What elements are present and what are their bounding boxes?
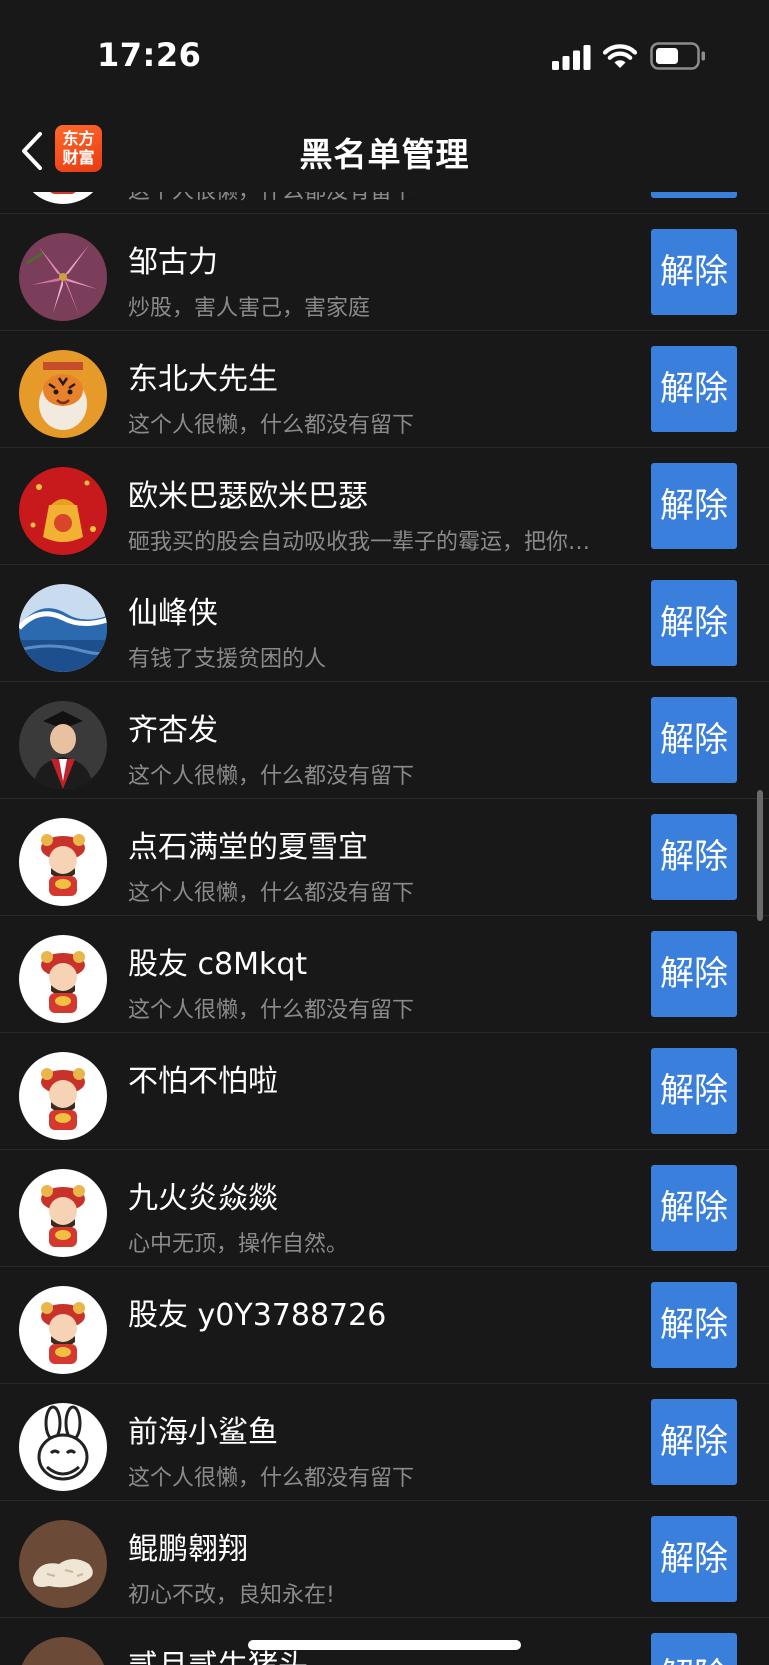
blocked-list-viewport[interactable]: 这个人很懒，什么都没有留下解除邹古力炒股，害人害己，害家庭解除东北大先生这个人很… [0, 192, 769, 1665]
unblock-button[interactable]: 解除 [651, 931, 737, 1017]
user-avatar[interactable] [19, 192, 107, 204]
blocked-user-row[interactable]: 不怕不怕啦 解除 [0, 1033, 769, 1150]
battery-icon [650, 42, 705, 70]
unblock-button[interactable]: 解除 [651, 697, 737, 783]
unblock-button[interactable]: 解除 [651, 1633, 737, 1665]
user-avatar[interactable] [19, 818, 107, 906]
status-time: 17:26 [97, 36, 202, 74]
user-avatar[interactable] [19, 935, 107, 1023]
blocked-user-row[interactable]: 仙峰侠有钱了支援贫困的人 解除 [0, 565, 769, 682]
user-name: 股友 c8Mkqt [128, 947, 308, 982]
user-bio: 这个人很懒，什么都没有留下 [128, 998, 415, 1023]
scroll-indicator[interactable] [757, 790, 763, 921]
user-name: 东北大先生 [128, 362, 278, 397]
user-avatar[interactable] [19, 1286, 107, 1374]
user-avatar[interactable] [19, 1520, 107, 1608]
user-name: 点石满堂的夏雪宜 [128, 830, 368, 865]
user-bio: 这个人很懒，什么都没有留下 [128, 881, 415, 906]
signal-icon [552, 45, 591, 70]
blocked-list: 这个人很懒，什么都没有留下解除邹古力炒股，害人害己，害家庭解除东北大先生这个人很… [0, 192, 769, 1665]
unblock-button[interactable]: 解除 [651, 1282, 737, 1368]
unblock-button[interactable]: 解除 [651, 1399, 737, 1485]
user-bio: 这个人很懒，什么都没有留下 [128, 764, 415, 789]
user-avatar[interactable] [19, 1169, 107, 1257]
unblock-button[interactable]: 解除 [651, 192, 737, 198]
unblock-button[interactable]: 解除 [651, 1048, 737, 1134]
user-avatar[interactable] [19, 467, 107, 555]
blocked-user-row[interactable]: 齐杏发这个人很懒，什么都没有留下 解除 [0, 682, 769, 799]
user-bio: 砸我买的股会自动吸收我一辈子的霉运，把你… [128, 530, 591, 555]
user-avatar[interactable] [19, 350, 107, 438]
unblock-button[interactable]: 解除 [651, 229, 737, 315]
user-bio: 这个人很懒，什么都没有留下 [128, 192, 633, 205]
blocked-user-row[interactable]: 前海小鲨鱼这个人很懒，什么都没有留下 解除 [0, 1384, 769, 1501]
user-bio: 心中无顶，操作自然。 [128, 1232, 349, 1257]
unblock-button[interactable]: 解除 [651, 1516, 737, 1602]
blocked-user-row[interactable]: 股友 c8Mkqt 这个人很懒，什么都没有留下 解除 [0, 916, 769, 1033]
blocked-user-row[interactable]: 九火炎焱燚心中无顶，操作自然。 解除 [0, 1150, 769, 1267]
user-name: 前海小鲨鱼 [128, 1415, 278, 1450]
wifi-icon [603, 44, 637, 68]
user-bio: 这个人很懒，什么都没有留下 [128, 1466, 415, 1491]
unblock-button[interactable]: 解除 [651, 1165, 737, 1251]
user-avatar[interactable] [19, 1052, 107, 1140]
blocked-user-row[interactable]: 股友 y0Y3788726 解除 [0, 1267, 769, 1384]
user-name: 仙峰侠 [128, 596, 218, 631]
blocked-user-row[interactable]: 这个人很懒，什么都没有留下 解除 [0, 192, 769, 214]
user-avatar[interactable] [19, 1403, 107, 1491]
user-name: 股友 y0Y3788726 [128, 1298, 387, 1333]
status-bar: 17:26 [0, 0, 769, 110]
nav-bar: 东方 财富 黑名单管理 [0, 110, 769, 192]
user-avatar[interactable] [19, 233, 107, 321]
blocked-user-row[interactable]: 东北大先生这个人很懒，什么都没有留下 解除 [0, 331, 769, 448]
unblock-button[interactable]: 解除 [651, 580, 737, 666]
blocked-user-row[interactable]: 邹古力炒股，害人害己，害家庭 解除 [0, 214, 769, 331]
unblock-button[interactable]: 解除 [651, 463, 737, 549]
user-avatar[interactable] [19, 701, 107, 789]
user-name: 欧米巴瑟欧米巴瑟 [128, 479, 368, 514]
unblock-button[interactable]: 解除 [651, 814, 737, 900]
user-bio: 这个人很懒，什么都没有留下 [128, 413, 415, 438]
user-avatar[interactable] [19, 584, 107, 672]
user-name: 邹古力 [128, 245, 218, 280]
unblock-button[interactable]: 解除 [651, 346, 737, 432]
user-name: 鲲鹏翱翔 [128, 1532, 248, 1567]
home-indicator[interactable] [248, 1640, 521, 1650]
blocked-user-row[interactable]: 点石满堂的夏雪宜这个人很懒，什么都没有留下 解除 [0, 799, 769, 916]
user-name: 齐杏发 [128, 713, 218, 748]
user-bio: 炒股，害人害己，害家庭 [128, 296, 371, 321]
page-title: 黑名单管理 [299, 135, 470, 174]
blocked-user-row[interactable]: 鲲鹏翱翔初心不改，良知永在! 解除 [0, 1501, 769, 1618]
blocked-user-row[interactable]: 欧米巴瑟欧米巴瑟砸我买的股会自动吸收我一辈子的霉运，把你… 解除 [0, 448, 769, 565]
user-bio: 有钱了支援贫困的人 [128, 647, 327, 672]
user-avatar[interactable] [19, 1637, 107, 1665]
user-bio: 初心不改，良知永在! [128, 1583, 335, 1608]
user-name: 不怕不怕啦 [128, 1064, 278, 1099]
user-name: 九火炎焱燚 [128, 1181, 278, 1216]
